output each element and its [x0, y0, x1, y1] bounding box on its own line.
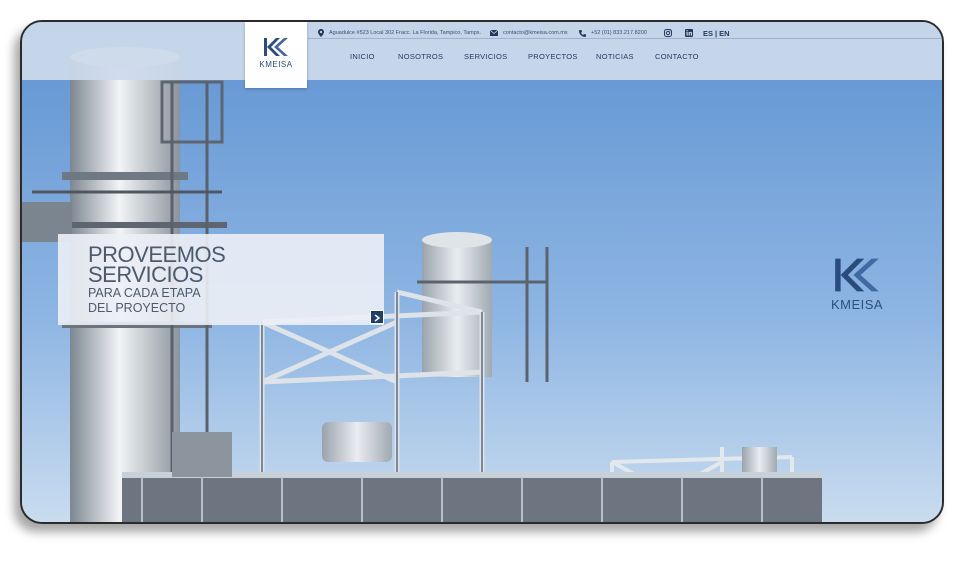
hero-headline-line2: SERVICIOS: [88, 262, 203, 287]
instagram-link[interactable]: [664, 26, 677, 40]
mail-icon: [490, 30, 498, 36]
nav-nosotros[interactable]: NOSOTROS: [398, 52, 443, 66]
top-header-bar: [22, 22, 942, 80]
nav-servicios[interactable]: SERVICIOS: [464, 52, 507, 66]
hero-brand-wordmark: KMEISA: [830, 297, 884, 312]
lang-es[interactable]: ES: [703, 29, 713, 38]
site-logo[interactable]: KMEISA: [245, 22, 307, 88]
map-pin-icon: [318, 29, 324, 37]
browser-frame: Aguadulce #523 Local 302 Fracc. La Flori…: [20, 20, 944, 524]
hero-subtitle-line2: DEL PROYECTO: [88, 301, 186, 315]
lang-en[interactable]: EN: [719, 29, 729, 38]
phone-info[interactable]: +52 (01) 833.217.8200: [579, 26, 647, 40]
hero-text-panel: PROVEEMOS SERVICIOS PARA CADA ETAPA DEL …: [58, 234, 384, 325]
address-text: Aguadulce #523 Local 302 Fracc. La Flori…: [329, 30, 482, 36]
arrow-right-icon: [374, 314, 381, 322]
instagram-icon: [664, 29, 672, 37]
hero-brand-mark: KMEISA: [824, 255, 890, 315]
phone-link[interactable]: +52 (01) 833.217.8200: [591, 30, 647, 36]
email-link[interactable]: contacto@kmeisa.com.mx: [503, 30, 568, 36]
hero-subtitle-line1: PARA CADA ETAPA: [88, 286, 201, 300]
nav-proyectos[interactable]: PROYECTOS: [528, 52, 578, 66]
address-info: Aguadulce #523 Local 302 Fracc. La Flori…: [318, 26, 481, 40]
nav-noticias[interactable]: NOTICIAS: [596, 52, 634, 66]
logo-wordmark: KMEISA: [259, 60, 293, 69]
linkedin-link[interactable]: [685, 26, 698, 40]
nav-inicio[interactable]: INICIO: [350, 52, 375, 66]
linkedin-icon: [685, 29, 693, 37]
kmeisa-logo-icon: [835, 258, 879, 292]
nav-contacto[interactable]: CONTACTO: [655, 52, 699, 66]
lang-separator: |: [715, 28, 718, 38]
phone-icon: [579, 29, 586, 37]
kmeisa-logo-icon: [264, 38, 288, 56]
hero-next-button[interactable]: [370, 310, 384, 324]
language-switcher: ES | EN: [702, 26, 731, 40]
email-info[interactable]: contacto@kmeisa.com.mx: [490, 26, 568, 40]
